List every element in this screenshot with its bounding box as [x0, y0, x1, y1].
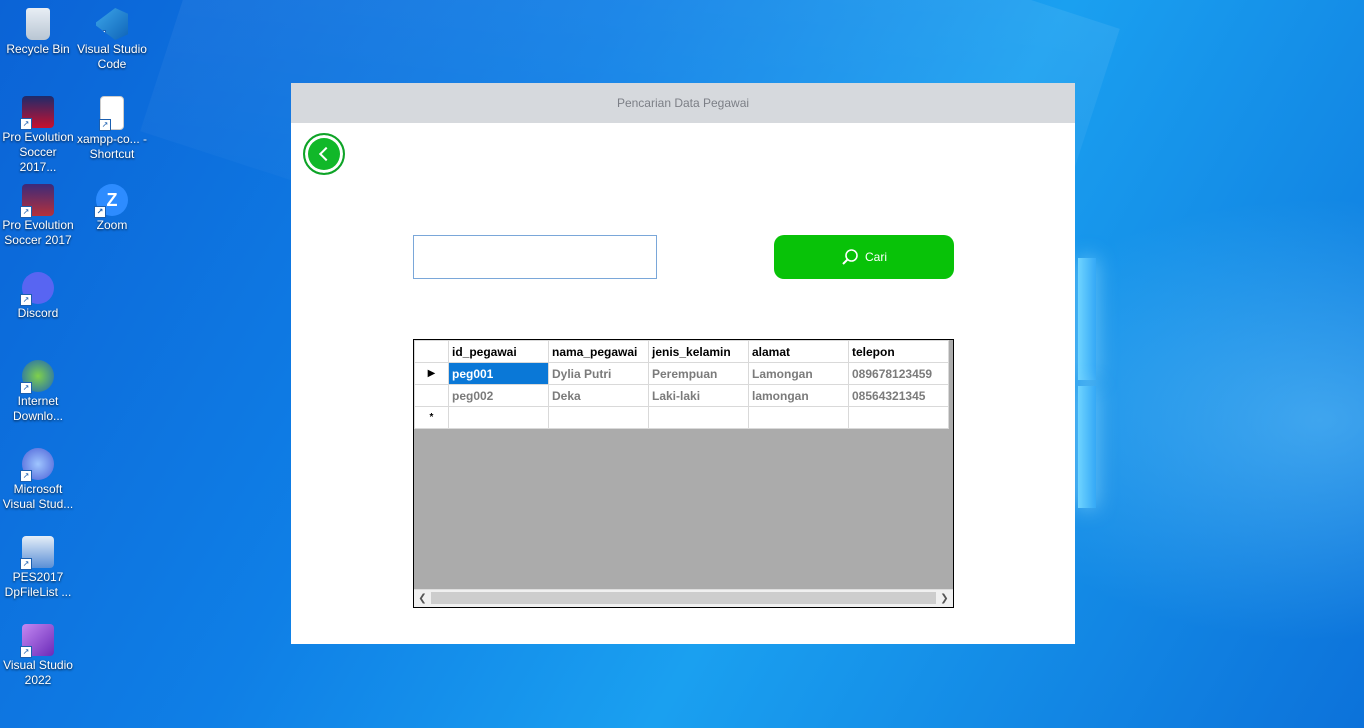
- zoom-icon: Z ↗: [94, 184, 128, 218]
- grid-cell[interactable]: Dylia Putri: [548, 362, 649, 385]
- desktop-icon-microsoft-visual-studio[interactable]: ↗ Microsoft Visual Stud...: [0, 442, 76, 512]
- column-header-alamat[interactable]: alamat: [748, 340, 849, 363]
- grid-cell[interactable]: lamongan: [748, 384, 849, 407]
- back-button[interactable]: [303, 133, 345, 175]
- grid-cell[interactable]: 089678123459: [848, 362, 949, 385]
- grid-cell[interactable]: Deka: [548, 384, 649, 407]
- grid-cell[interactable]: 08564321345: [848, 384, 949, 407]
- windows-logo: [1078, 258, 1096, 508]
- grid-cell[interactable]: [448, 406, 549, 429]
- grid-cell[interactable]: Perempuan: [648, 362, 749, 385]
- desktop-icon-internet-download-manager[interactable]: ↗ Internet Downlo...: [0, 354, 76, 424]
- window-title: Pencarian Data Pegawai: [291, 83, 1075, 123]
- visual-studio-2022-icon: ↗: [20, 624, 54, 658]
- search-button-label: Cari: [864, 250, 887, 264]
- grid-cell[interactable]: Lamongan: [748, 362, 849, 385]
- current-row-indicator[interactable]: ▶: [414, 362, 449, 385]
- grid-cell[interactable]: Laki-laki: [648, 384, 749, 407]
- discord-icon: ↗: [20, 272, 54, 306]
- grid-cell[interactable]: [848, 406, 949, 429]
- data-grid[interactable]: id_pegawai nama_pegawai jenis_kelamin al…: [413, 339, 954, 608]
- idm-icon: ↗: [20, 360, 54, 394]
- desktop-icon-vscode[interactable]: ↗ Visual Studio Code: [74, 2, 150, 72]
- grid-corner-header: [414, 340, 449, 363]
- column-header-jenis-kelamin[interactable]: jenis_kelamin: [648, 340, 749, 363]
- desktop-icon-recycle-bin[interactable]: Recycle Bin: [0, 2, 76, 57]
- grid-cell[interactable]: [748, 406, 849, 429]
- scrollbar-thumb[interactable]: [431, 592, 936, 604]
- vscode-icon: ↗: [96, 8, 128, 40]
- grid-cell[interactable]: peg002: [448, 384, 549, 407]
- desktop-icon-pes2017[interactable]: ↗ Pro Evolution Soccer 2017: [0, 178, 76, 248]
- pes-settings-icon: ↗: [20, 96, 54, 130]
- row-header[interactable]: [414, 384, 449, 407]
- search-input[interactable]: [413, 235, 657, 279]
- column-header-telepon[interactable]: telepon: [848, 340, 949, 363]
- search-button[interactable]: Cari: [774, 235, 954, 279]
- column-header-id-pegawai[interactable]: id_pegawai: [448, 340, 549, 363]
- desktop-icon-zoom[interactable]: Z ↗ Zoom: [74, 178, 150, 233]
- new-row-indicator[interactable]: *: [414, 406, 449, 429]
- desktop: Recycle Bin ↗ Visual Studio Code ↗ Pro E…: [0, 0, 1364, 728]
- column-header-nama-pegawai[interactable]: nama_pegawai: [548, 340, 649, 363]
- scroll-left-icon[interactable]: ❮: [414, 590, 431, 607]
- desktop-icon-pes2017-settings[interactable]: ↗ Pro Evolution Soccer 2017...: [0, 90, 76, 175]
- desktop-icon-xampp-shortcut[interactable]: ↗ xampp-co... - Shortcut: [74, 90, 150, 162]
- pes-icon: ↗: [20, 184, 54, 218]
- horizontal-scrollbar[interactable]: ❮ ❯: [414, 589, 953, 607]
- grid-cell[interactable]: [648, 406, 749, 429]
- chevron-left-icon: [318, 146, 334, 162]
- app-window: Pencarian Data Pegawai Cari id_pegawai n…: [291, 83, 1075, 644]
- table-row[interactable]: ▶ peg001 Dylia Putri Perempuan Lamongan …: [414, 362, 949, 385]
- dpfilelist-icon: ↗: [20, 536, 54, 570]
- desktop-icon-discord[interactable]: ↗ Discord: [0, 266, 76, 321]
- new-row[interactable]: *: [414, 406, 949, 429]
- scroll-right-icon[interactable]: ❯: [936, 590, 953, 607]
- recycle-bin-icon: [26, 8, 50, 40]
- desktop-icon-visual-studio-2022[interactable]: ↗ Visual Studio 2022: [0, 618, 76, 688]
- grid-cell[interactable]: peg001: [448, 362, 549, 385]
- file-icon: ↗: [99, 96, 124, 131]
- desktop-icon-pes2017-dpfilelist[interactable]: ↗ PES2017 DpFileList ...: [0, 530, 76, 600]
- table-row[interactable]: peg002 Deka Laki-laki lamongan 085643213…: [414, 384, 949, 407]
- grid-cell[interactable]: [548, 406, 649, 429]
- search-icon: [842, 249, 858, 265]
- grid-header-row: id_pegawai nama_pegawai jenis_kelamin al…: [414, 340, 949, 363]
- visual-studio-icon: ↗: [20, 448, 54, 482]
